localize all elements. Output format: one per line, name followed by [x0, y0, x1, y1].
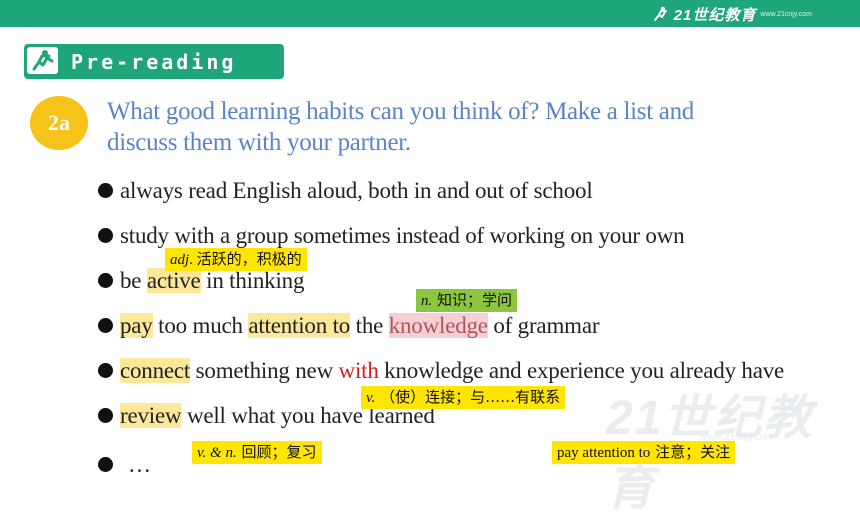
- section-header: Pre-reading: [24, 44, 284, 79]
- note-review-pos: v. & n.: [197, 445, 237, 461]
- highlight-active: active: [146, 268, 201, 293]
- bullet-text-post: knowledge and experience you already hav…: [378, 358, 785, 383]
- highlight-pay: pay: [120, 313, 153, 338]
- note-knowledge: n. 知识；学问: [416, 289, 518, 312]
- note-knowledge-pos: n.: [421, 293, 433, 309]
- runner-logo-icon: [653, 6, 667, 21]
- note-review-meaning: 回顾；复习: [241, 443, 317, 461]
- note-connect: v. （使）连接；与……有联系: [361, 386, 566, 409]
- emphasis-with: with: [338, 358, 379, 383]
- task-badge: 2a: [30, 96, 88, 150]
- bullet-text: always read English aloud, both in and o…: [120, 178, 593, 203]
- section-title: Pre-reading: [71, 50, 237, 74]
- bullet-dot: [98, 408, 113, 423]
- bullet-dot: [98, 273, 113, 288]
- note-pay-attention: pay attention to 注意；关注: [552, 441, 736, 464]
- bullet-item: always read English aloud, both in and o…: [98, 178, 593, 204]
- bullet-item: be active in thinking: [98, 268, 304, 294]
- top-bar: 21世纪教育 www.21cnjy.com: [0, 0, 860, 27]
- bullet-text: …: [128, 452, 151, 477]
- bullet-item: study with a group sometimes instead of …: [98, 223, 685, 249]
- bullet-text-post: of grammar: [487, 313, 600, 338]
- bullet-item: connect something new with knowledge and…: [98, 358, 784, 384]
- bullet-text-post: in thinking: [200, 268, 305, 293]
- runner-icon: [32, 50, 54, 71]
- bullet-dot: [98, 228, 113, 243]
- header-icon-box: [27, 47, 58, 74]
- note-review: v. & n. 回顾；复习: [192, 441, 322, 464]
- bullet-text-pre: be: [120, 268, 147, 293]
- brand-logo-text: 21世纪教育: [673, 6, 757, 24]
- note-connect-pos: v.: [366, 390, 376, 406]
- highlight-attention-to: attention to: [248, 313, 351, 338]
- note-connect-meaning: （使）连接；与……有联系: [380, 388, 561, 406]
- brand-logo: 21世纪教育 www.21cnjy.com: [652, 4, 812, 24]
- bullet-item: pay too much attention to the knowledge …: [98, 313, 599, 339]
- highlight-connect: connect: [120, 358, 191, 383]
- highlight-knowledge: knowledge: [388, 313, 488, 338]
- bullet-dot: [98, 318, 113, 333]
- task-prompt: What good learning habits can you think …: [107, 96, 747, 158]
- bullet-dot: [98, 457, 113, 472]
- bullet-text-mid: something new: [190, 358, 339, 383]
- bullet-text: study with a group sometimes instead of …: [120, 223, 685, 248]
- note-active-meaning: 活跃的，积极的: [196, 250, 302, 268]
- bullet-dot: [98, 363, 113, 378]
- bullet-dot: [98, 183, 113, 198]
- note-pay-meaning: 注意；关注: [655, 443, 731, 461]
- highlight-review: review: [120, 403, 182, 428]
- bullet-item: …: [98, 452, 151, 478]
- note-active: adj. 活跃的，积极的: [165, 248, 307, 271]
- bullet-text-mid: the: [350, 313, 389, 338]
- note-knowledge-meaning: 知识；学问: [437, 291, 513, 309]
- bullet-text-mid: too much: [152, 313, 249, 338]
- note-active-pos: adj: [170, 252, 190, 268]
- note-pay-phrase: pay attention to: [557, 445, 651, 461]
- prompt-line-1: What good learning habits can you think …: [107, 98, 695, 125]
- brand-sub-text: www.21cnjy.com: [760, 10, 812, 18]
- prompt-line-2: discuss them with your partner.: [107, 129, 411, 156]
